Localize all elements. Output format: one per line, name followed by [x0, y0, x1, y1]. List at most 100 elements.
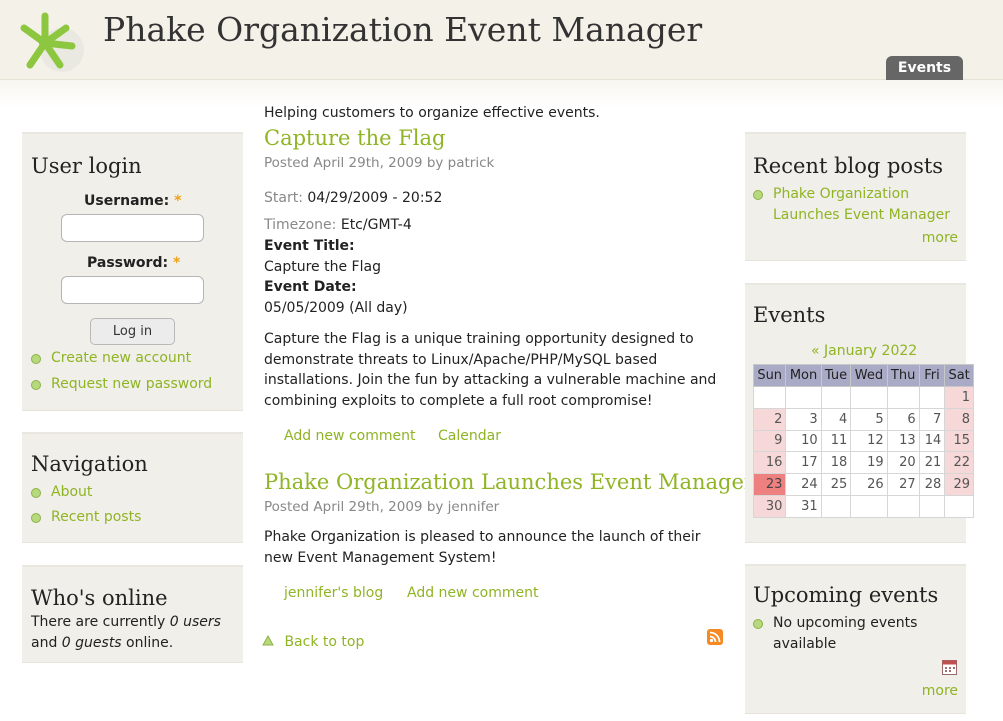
post-title[interactable]: Phake Organization Launches Event Manage… — [264, 470, 754, 494]
calendar-day[interactable]: 1 — [944, 386, 974, 409]
site-header: Phake Organization Event Manager Events — [0, 0, 1003, 80]
calendar-empty-day — [918, 386, 946, 409]
calendar-link[interactable]: Calendar — [438, 428, 501, 444]
upcoming-events-title: Upcoming events — [753, 583, 939, 607]
user-login-block: User login Username: * Password: * Log i… — [22, 132, 243, 411]
weekday-header: Sun — [752, 364, 787, 387]
recent-blog-item-link[interactable]: Phake Organization Launches Event Manage… — [773, 186, 950, 223]
calendar-day[interactable]: 30 — [752, 494, 787, 518]
calendar-day[interactable]: 14 — [918, 429, 946, 453]
calendar-day[interactable]: 29 — [944, 473, 974, 496]
calendar-day[interactable]: 17 — [785, 451, 822, 475]
online-text-pre: There are currently — [31, 614, 170, 630]
request-password-link[interactable]: Request new password — [51, 376, 212, 392]
navigation-block: Navigation About Recent posts — [22, 432, 243, 543]
back-to-top-link[interactable]: Back to top — [284, 634, 364, 650]
calendar-day[interactable]: 25 — [820, 473, 852, 496]
calendar-day[interactable]: 19 — [850, 451, 888, 475]
start-label: Start: — [264, 190, 303, 206]
login-button[interactable]: Log in — [90, 318, 175, 345]
recent-blog-list: Phake Organization Launches Event Manage… — [753, 184, 950, 226]
calendar-day[interactable]: 2 — [752, 407, 787, 431]
post-meta: Posted April 29th, 2009 by jennifer — [264, 499, 500, 515]
username-input[interactable] — [61, 214, 204, 242]
calendar-empty-day — [850, 494, 888, 518]
upcoming-events-block: Upcoming events No upcoming events avail… — [745, 564, 966, 714]
calendar-empty-day — [820, 494, 852, 518]
weekday-header: Fri — [918, 364, 946, 387]
post-body: Phake Organization is pleased to announc… — [264, 527, 701, 568]
calendar-day[interactable]: 13 — [886, 429, 920, 453]
calendar-day[interactable]: 6 — [886, 407, 920, 431]
calendar-day[interactable]: 4 — [820, 407, 852, 431]
logo-icon[interactable] — [20, 10, 100, 74]
user-login-title: User login — [31, 154, 142, 178]
calendar-day[interactable]: 24 — [785, 473, 822, 496]
whos-online-text: There are currently 0 users and 0 guests… — [31, 612, 221, 654]
calendar-day[interactable]: 20 — [886, 451, 920, 475]
calendar-day[interactable]: 9 — [752, 429, 787, 453]
blog-link[interactable]: jennifer's blog — [284, 585, 383, 601]
online-text-post: online. — [121, 635, 174, 651]
user-links: Create new account Request new password — [31, 348, 212, 395]
recent-blog-title: Recent blog posts — [753, 154, 944, 178]
calendar-day[interactable]: 23 — [752, 473, 787, 496]
whos-online-title: Who's online — [31, 586, 168, 610]
calendar-empty-day — [918, 494, 946, 518]
tab-events[interactable]: Events — [886, 56, 963, 80]
calendar-day[interactable]: 16 — [752, 451, 787, 475]
calendar-day[interactable]: 15 — [944, 429, 974, 453]
back-to-top[interactable]: Back to top — [262, 634, 364, 650]
site-name[interactable]: Phake Organization Event Manager — [103, 10, 702, 49]
post-body-line: demonstrate threats to Linux/Apache/PHP/… — [264, 351, 658, 368]
recent-blog-more-link[interactable]: more — [922, 230, 958, 246]
weekday-header: Sat — [944, 364, 974, 387]
header-fade — [0, 80, 1003, 108]
calendar-empty-day — [785, 386, 822, 409]
calendar-empty-day — [944, 494, 974, 518]
calendar-day[interactable]: 8 — [944, 407, 974, 431]
post-title[interactable]: Capture the Flag — [264, 126, 445, 150]
ical-icon[interactable] — [942, 659, 957, 675]
events-title: Events — [753, 303, 826, 327]
whos-online-block: Who's online There are currently 0 users… — [22, 565, 243, 663]
calendar-day[interactable]: 7 — [918, 407, 946, 431]
calendar-day[interactable]: 28 — [918, 473, 946, 496]
post-body-line: Capture the Flag is a unique training op… — [264, 331, 694, 347]
calendar-weekday-row: Sun Mon Tue Wed Thu Fri Sat — [752, 364, 974, 387]
password-input[interactable] — [61, 276, 204, 304]
add-comment-link[interactable]: Add new comment — [407, 585, 538, 601]
calendar-day[interactable]: 3 — [785, 407, 822, 431]
calendar-empty-day — [820, 386, 852, 409]
username-label: Username: * — [84, 193, 181, 209]
create-account-link[interactable]: Create new account — [51, 350, 191, 366]
add-comment-link[interactable]: Add new comment — [284, 428, 415, 444]
calendar-day[interactable]: 31 — [785, 494, 822, 518]
calendar-day[interactable]: 18 — [820, 451, 852, 475]
event-title-value: Capture the Flag — [264, 259, 381, 275]
recent-blog-block: Recent blog posts Phake Organization Lau… — [745, 132, 966, 261]
calendar-day[interactable]: 5 — [850, 407, 888, 431]
calendar-week-row: 1 — [752, 386, 974, 409]
calendar-day[interactable]: 27 — [886, 473, 920, 496]
calendar-day[interactable]: 21 — [918, 451, 946, 475]
calendar-prev-month-link[interactable]: « January 2022 — [811, 343, 917, 359]
upcoming-item-line: No upcoming events — [773, 615, 918, 631]
upcoming-more-link[interactable]: more — [922, 683, 958, 699]
calendar-day[interactable]: 12 — [850, 429, 888, 453]
event-title-label: Event Title: — [264, 238, 355, 254]
recent-posts-link[interactable]: Recent posts — [51, 509, 141, 525]
calendar-day[interactable]: 11 — [820, 429, 852, 453]
rss-feed-icon[interactable] — [707, 629, 723, 645]
calendar-week-row: 2345678 — [752, 407, 974, 431]
calendar-day[interactable]: 26 — [850, 473, 888, 496]
recent-blog-item-line: Phake Organization — [773, 186, 910, 202]
about-link[interactable]: About — [51, 484, 92, 500]
upcoming-events-list: No upcoming events available — [753, 613, 917, 655]
calendar-day[interactable]: 10 — [785, 429, 822, 453]
list-item: Create new account — [31, 348, 212, 369]
calendar-day[interactable]: 22 — [944, 451, 974, 475]
event-timezone: Timezone: Etc/GMT-4 — [264, 217, 412, 233]
weekday-header: Tue — [820, 364, 852, 387]
event-date-label: Event Date: — [264, 279, 357, 295]
